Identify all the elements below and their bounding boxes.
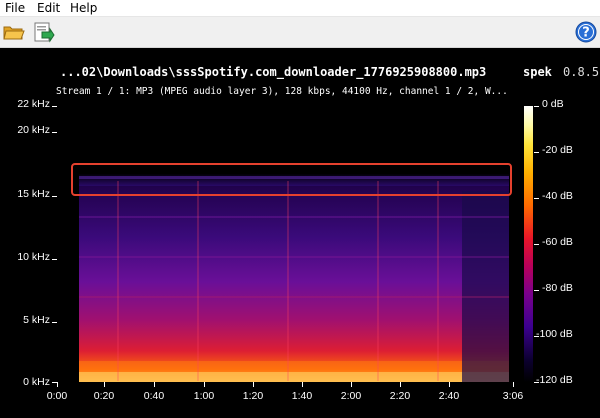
db-label: -100 dB [536, 328, 573, 340]
spectrogram-graphic [79, 174, 509, 382]
time-label: 2:40 [438, 390, 460, 402]
freq-tick [52, 259, 57, 260]
db-tick [534, 290, 539, 291]
time-tick [57, 382, 58, 387]
folder-open-icon [3, 26, 25, 40]
db-label: -40 dB [542, 190, 573, 202]
freq-label: 15 kHz [17, 188, 50, 200]
time-tick [513, 382, 514, 387]
db-label: 0 dB [542, 98, 564, 110]
cutoff-highlight-box [71, 163, 512, 196]
save-export-icon [34, 22, 55, 43]
db-tick [534, 106, 539, 107]
time-tick [104, 382, 105, 387]
freq-tick [52, 196, 57, 197]
file-title: ...02\Downloads\sssSpotify.com_downloade… [60, 65, 487, 79]
time-label: 0:00 [46, 390, 68, 402]
time-label: 3:06 [502, 390, 524, 402]
db-tick [534, 336, 539, 337]
spectrogram-panel: ...02\Downloads\sssSpotify.com_downloade… [0, 48, 600, 418]
save-button[interactable] [31, 20, 55, 44]
time-tick [302, 382, 303, 387]
time-tick [449, 382, 450, 387]
db-label: -120 dB [536, 374, 573, 386]
time-tick [400, 382, 401, 387]
db-label: -20 dB [542, 144, 573, 156]
app-name: spek [523, 65, 552, 79]
db-color-scale [524, 106, 533, 382]
spectrogram-image [57, 106, 513, 382]
freq-label: 22 kHz [17, 98, 50, 110]
db-tick [534, 152, 539, 153]
freq-tick [52, 322, 57, 323]
toolbar: ? [0, 17, 600, 48]
db-tick [534, 198, 539, 199]
time-label: 2:20 [389, 390, 411, 402]
menu-edit[interactable]: Edit [37, 0, 60, 16]
time-label: 2:00 [340, 390, 362, 402]
time-tick [351, 382, 352, 387]
freq-label: 20 kHz [17, 124, 50, 136]
svg-text:?: ? [582, 26, 590, 41]
db-label: -80 dB [542, 282, 573, 294]
time-tick [154, 382, 155, 387]
freq-label: 10 kHz [17, 251, 50, 263]
freq-tick [52, 132, 57, 133]
freq-label: 0 kHz [23, 376, 50, 388]
db-label: -60 dB [542, 236, 573, 248]
db-tick [534, 382, 539, 383]
stream-info: Stream 1 / 1: MP3 (MPEG audio layer 3), … [56, 86, 508, 97]
db-tick [534, 244, 539, 245]
time-label: 0:40 [143, 390, 165, 402]
time-label: 1:20 [242, 390, 264, 402]
time-label: 0:20 [93, 390, 115, 402]
help-icon: ? [575, 21, 597, 43]
menu-file[interactable]: File [5, 0, 25, 16]
time-tick [204, 382, 205, 387]
menu-help[interactable]: Help [70, 0, 97, 16]
freq-tick [52, 106, 57, 107]
time-label: 1:00 [193, 390, 215, 402]
freq-label: 5 kHz [23, 314, 50, 326]
time-tick [253, 382, 254, 387]
time-label: 1:40 [291, 390, 313, 402]
menu-bar: File Edit Help [0, 0, 600, 17]
help-button[interactable]: ? [574, 20, 598, 44]
open-file-button[interactable] [2, 20, 26, 44]
app-version: 0.8.5 [563, 65, 600, 79]
